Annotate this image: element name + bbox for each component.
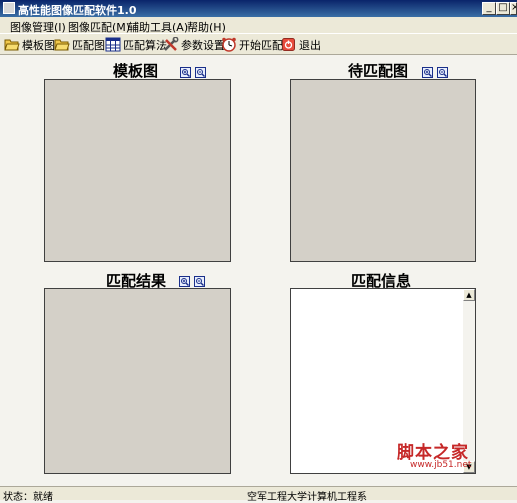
- title-bar: 高性能图像匹配软件1.0 _ □ ×: [0, 0, 517, 17]
- match-algorithm-label: 匹配算法: [123, 38, 167, 52]
- app-icon: [3, 2, 15, 14]
- to-match-image-view[interactable]: [290, 79, 476, 262]
- open-folder-icon: [54, 39, 70, 51]
- result-image-view[interactable]: [44, 288, 231, 474]
- result-zoom-out-icon[interactable]: [194, 276, 205, 287]
- template-image-label: 模板图: [22, 38, 55, 52]
- exit-icon: [282, 38, 295, 51]
- template-zoom-in-icon[interactable]: [180, 67, 191, 78]
- tools-icon: [164, 37, 179, 51]
- toolbar: 模板图 匹配图 匹配算法 参数设置 开始匹配 退出: [0, 33, 517, 55]
- template-zoom-out-icon[interactable]: [195, 67, 206, 78]
- parameter-settings-label: 参数设置: [181, 38, 225, 52]
- parameter-settings-button[interactable]: 参数设置: [163, 36, 225, 53]
- exit-button[interactable]: 退出: [281, 36, 321, 53]
- match-algorithm-button[interactable]: 匹配算法: [105, 36, 167, 53]
- watermark-url: www.jb51.net: [410, 460, 472, 470]
- grid-icon: [105, 37, 121, 52]
- result-zoom-in-icon[interactable]: [179, 276, 190, 287]
- close-button[interactable]: ×: [510, 2, 517, 15]
- window-title: 高性能图像匹配软件1.0: [18, 4, 137, 17]
- start-matching-button[interactable]: 开始匹配: [221, 36, 283, 53]
- match-image-label: 匹配图: [72, 38, 105, 52]
- maximize-button[interactable]: □: [496, 2, 510, 15]
- exit-label: 退出: [299, 38, 321, 52]
- status-text: 状态：就绪: [3, 492, 53, 503]
- alarm-clock-icon: [222, 37, 236, 52]
- open-folder-icon: [4, 39, 20, 51]
- to-match-zoom-out-icon[interactable]: [437, 67, 448, 78]
- template-image-view[interactable]: [44, 79, 231, 262]
- minimize-button[interactable]: _: [482, 2, 496, 15]
- to-match-zoom-in-icon[interactable]: [422, 67, 433, 78]
- template-panel-title: 模板图: [113, 62, 159, 80]
- match-image-button[interactable]: 匹配图: [54, 36, 105, 53]
- status-organization: 空军工程大学计算机工程系: [247, 492, 367, 503]
- scroll-up-button[interactable]: ▲: [463, 289, 475, 301]
- template-image-button[interactable]: 模板图: [4, 36, 55, 53]
- to-match-panel-title: 待匹配图: [348, 62, 409, 80]
- start-matching-label: 开始匹配: [239, 38, 283, 52]
- status-bar: 状态：就绪 空军工程大学计算机工程系: [0, 486, 517, 503]
- menu-bar: 图像管理(I) 图像匹配(M) 辅助工具(A) 帮助(H): [0, 17, 517, 34]
